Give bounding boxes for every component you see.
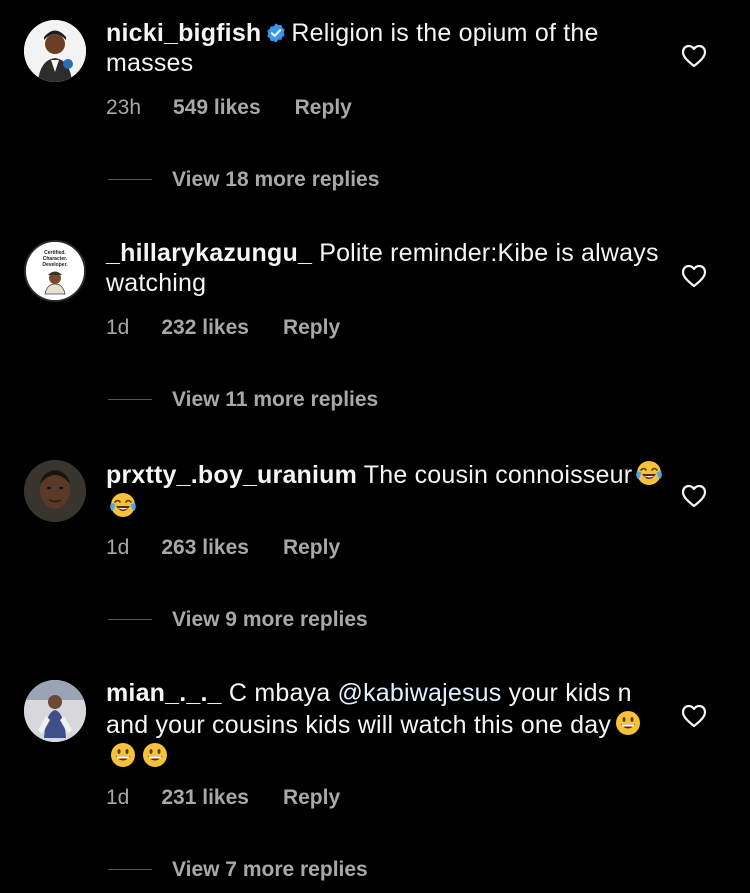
view-replies-button[interactable]: View 7 more replies (108, 858, 368, 882)
verified-badge-icon (267, 23, 286, 43)
comment-username[interactable]: nicki_bigfish (106, 19, 261, 47)
comment-likes[interactable]: 231 likes (161, 786, 249, 810)
comment-body: nicki_bigfish Religion is the opium of th… (106, 18, 666, 78)
avatar[interactable] (24, 460, 86, 522)
svg-text:Developer.: Developer. (42, 262, 68, 268)
face-with-tears-of-joy-icon (636, 461, 663, 485)
view-replies-label: View 18 more replies (172, 168, 380, 191)
comment-text: The cousin connoisseur (363, 461, 633, 489)
divider-line (108, 869, 152, 870)
comment-text-before: C mbaya (228, 679, 338, 707)
comment-time: 23h (106, 96, 142, 119)
comment-body: _hillarykazungu_ Polite reminder:Kibe is… (106, 238, 666, 298)
face-with-tears-of-joy-icon (110, 493, 136, 517)
comment-body: mian_._._ C mbaya @kabiwajesus your kids… (106, 678, 666, 772)
heart-outline-icon[interactable] (681, 264, 707, 288)
heart-outline-icon[interactable] (681, 484, 707, 508)
divider-line (108, 179, 152, 180)
reply-button[interactable]: Reply (283, 536, 340, 560)
avatar[interactable] (24, 20, 86, 82)
view-replies-button[interactable]: View 11 more replies (108, 388, 378, 412)
avatar[interactable]: Certified. Character. Developer. (24, 240, 86, 302)
view-replies-label: View 9 more replies (172, 608, 368, 631)
mention-link[interactable]: @kabiwajesus (338, 679, 502, 707)
comment-username[interactable]: _hillarykazungu_ (106, 239, 312, 267)
reply-button[interactable]: Reply (283, 316, 340, 340)
comment-meta: 1d 231 likes Reply (106, 786, 340, 810)
comment-likes[interactable]: 263 likes (161, 536, 249, 560)
heart-outline-icon[interactable] (681, 44, 707, 68)
comment-time: 1d (106, 786, 130, 809)
comments-page: nicki_bigfish Religion is the opium of th… (0, 0, 750, 893)
comment-meta: 1d 232 likes Reply (106, 316, 340, 340)
grinning-face-icon (616, 711, 641, 735)
comment-username[interactable]: prxtty_.boy_uranium (106, 461, 357, 489)
comment-meta: 23h 549 likes Reply (106, 96, 352, 120)
view-replies-label: View 7 more replies (172, 858, 368, 881)
view-replies-label: View 11 more replies (172, 388, 379, 411)
heart-outline-icon[interactable] (681, 704, 707, 728)
grinning-face-icon (143, 743, 167, 767)
comment-time: 1d (106, 316, 130, 339)
comment-likes[interactable]: 232 likes (161, 316, 249, 340)
comment-body: prxtty_.boy_uranium The cousin connoisse… (106, 458, 666, 522)
divider-line (108, 399, 152, 400)
comment-time: 1d (106, 536, 130, 559)
reply-button[interactable]: Reply (295, 96, 352, 120)
divider-line (108, 619, 152, 620)
avatar[interactable] (24, 680, 86, 742)
comment-likes[interactable]: 549 likes (173, 96, 261, 120)
reply-button[interactable]: Reply (283, 786, 340, 810)
comment-username[interactable]: mian_._._ (106, 679, 222, 707)
view-replies-button[interactable]: View 9 more replies (108, 608, 368, 632)
grinning-face-icon (111, 743, 135, 767)
comment-meta: 1d 263 likes Reply (106, 536, 340, 560)
view-replies-button[interactable]: View 18 more replies (108, 168, 379, 192)
